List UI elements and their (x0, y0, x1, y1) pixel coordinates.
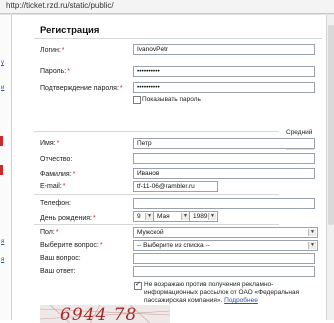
show-password-label: Показывать пароль (142, 96, 201, 103)
phone-label: Телефон: (40, 200, 71, 207)
sidebar-marker (0, 165, 3, 175)
url-text[interactable]: http://ticket.rzd.ru/static/public/ (6, 1, 114, 10)
sidebar-link[interactable]: y (1, 60, 4, 66)
captcha-image: 6944 78 (40, 305, 170, 323)
consent-more-link[interactable]: Подробнее (224, 297, 258, 304)
your-answer-label: Ваш ответ: (40, 268, 76, 275)
chevron-down-icon: ▼ (181, 213, 189, 220)
last-name-label: Фамилия:* (40, 171, 76, 178)
vertical-scrollbar[interactable] (326, 15, 334, 320)
first-name-field[interactable]: Петр (133, 138, 315, 149)
consent-checkbox[interactable] (134, 280, 142, 290)
your-question-field[interactable] (133, 253, 315, 264)
birthday-label: День рождения:* (40, 215, 96, 222)
chevron-down-icon: ▼ (308, 242, 316, 249)
birthday-year-select[interactable]: 1989 ▼ (189, 211, 218, 222)
divider (34, 194, 279, 195)
email-field[interactable]: tf-11-06@rambler.ru (133, 181, 218, 192)
divider (0, 14, 334, 15)
your-answer-field[interactable] (133, 266, 315, 277)
your-question-label: Ваш вопрос: (40, 255, 81, 262)
sidebar-link[interactable]: и (1, 85, 4, 91)
gender-label: Пол:* (40, 229, 59, 236)
birthday-day-value: 9 (137, 213, 141, 220)
patronymic-label: Отчество: (40, 156, 73, 163)
password-field[interactable]: •••••••••• (133, 66, 315, 77)
gender-value: Мужской (137, 229, 164, 236)
divider (34, 38, 322, 39)
divider (34, 224, 279, 225)
question-select[interactable]: -- Выберите из списка -- ▼ (133, 240, 318, 251)
captcha-text: 6944 78 (60, 305, 138, 323)
birthday-year-value: 1989 (193, 213, 208, 220)
form-title: Регистрация (40, 25, 100, 36)
birthday-month-select[interactable]: Мая ▼ (153, 211, 191, 222)
scrollbar-thumb[interactable] (328, 25, 334, 225)
chevron-down-icon: ▼ (308, 229, 316, 236)
password-label: Пароль:* (40, 68, 70, 75)
chevron-down-icon: ▼ (208, 213, 216, 220)
login-label: Логин:* (40, 47, 65, 54)
question-label: Выберите вопрос:* (40, 242, 103, 249)
consent-text: Не возражаю против получения рекламно-ин… (144, 281, 300, 304)
sidebar-marker (0, 136, 3, 146)
last-name-field[interactable]: Иванов (133, 168, 315, 179)
address-bar[interactable]: http://ticket.rzd.ru/static/public/ (0, 0, 334, 14)
divider (34, 131, 279, 132)
email-label: E-mail:* (40, 183, 66, 190)
gender-select[interactable]: Мужской ▼ (133, 227, 318, 238)
phone-field[interactable] (133, 198, 315, 209)
question-value: -- Выберите из списка -- (137, 242, 210, 249)
password-strength-label: Средний (286, 129, 313, 136)
patronymic-field[interactable] (133, 153, 315, 164)
sidebar-link[interactable]: я (1, 239, 4, 245)
show-password-checkbox[interactable] (133, 96, 141, 104)
password-confirm-field[interactable]: •••••••••• (133, 82, 315, 93)
first-name-label: Имя:* (40, 140, 60, 147)
sidebar-link[interactable]: я (1, 257, 4, 263)
birthday-month-value: Мая (157, 213, 170, 220)
login-field[interactable]: IvanovPetr (133, 44, 315, 55)
password-confirm-label: Подтверждение пароля:* (40, 85, 123, 92)
chevron-down-icon: ▼ (145, 213, 153, 220)
left-sidebar: y и я я (0, 15, 12, 320)
birthday-day-select[interactable]: 9 ▼ (133, 211, 155, 222)
